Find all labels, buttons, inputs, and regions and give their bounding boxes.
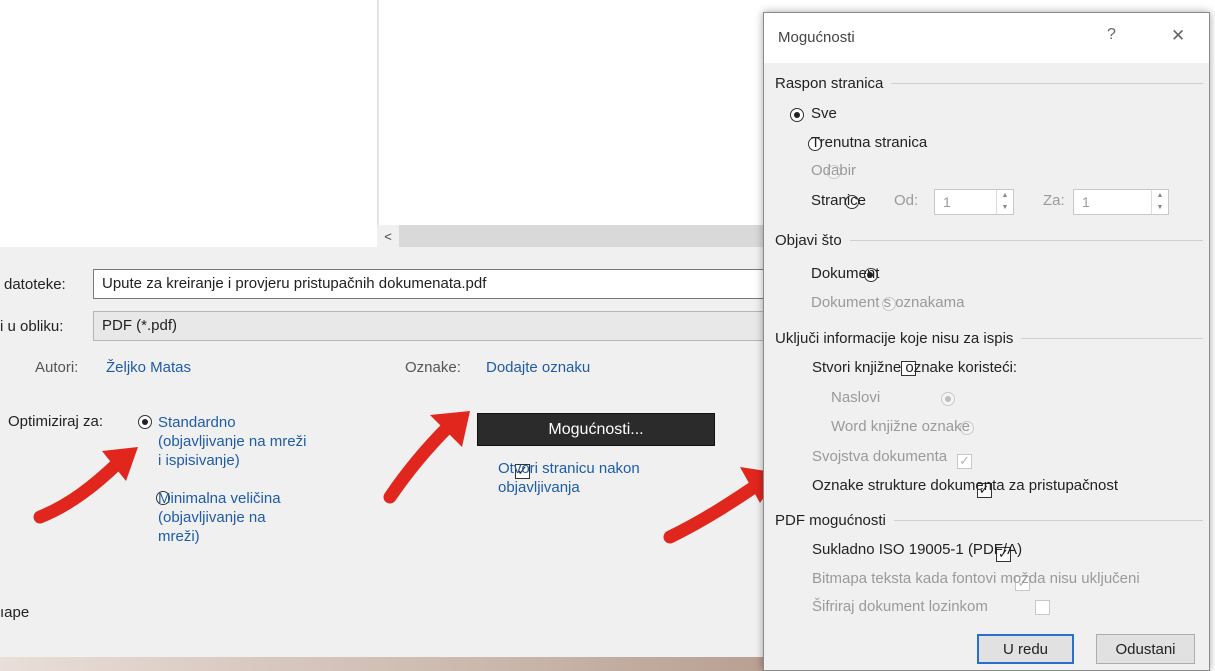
range-all-label[interactable]: Sve	[811, 105, 837, 122]
spin-down-icon[interactable]: ▲ ▼	[1151, 190, 1168, 214]
preview-divider	[377, 0, 379, 225]
spin-up-icon[interactable]: ▲ ▼	[996, 190, 1013, 214]
pdf-options-heading: PDF mogućnosti	[775, 512, 1203, 529]
bitmap-text-label: Bitmapa teksta kada fontovi možda nisu u…	[812, 570, 1140, 587]
optimize-label: Optimiziraj za:	[8, 413, 104, 430]
dialog-title: Mogućnosti	[778, 29, 855, 46]
options-button[interactable]: Mogućnosti...	[477, 413, 715, 446]
close-icon[interactable]: ✕	[1171, 26, 1185, 46]
iso-pdfa-label[interactable]: Sukladno ISO 19005-1 (PDF/A)	[812, 541, 1022, 558]
bookmark-headings-label: Naslovi	[831, 389, 881, 406]
tags-label: Oznake:	[405, 359, 461, 376]
filename-input[interactable]: Upute za kreiranje i provjeru pristupačn…	[93, 269, 770, 299]
cancel-button[interactable]: Odustani	[1096, 634, 1195, 664]
filetype-label: i u obliku:	[0, 318, 64, 335]
from-label: Od:	[894, 192, 919, 209]
options-dialog: Mogućnosti ? ✕ Raspon stranica Sve Trenu…	[763, 12, 1210, 671]
to-spinner[interactable]: 1 ▲ ▼	[1073, 189, 1169, 215]
range-current-label[interactable]: Trenutna stranica	[811, 134, 927, 151]
checkbox-icon: ✓	[957, 454, 973, 469]
opt-standard-label[interactable]: Standardno (objavljivanje na mreži i isp…	[158, 413, 306, 470]
nonprint-heading: Uključi informacije koje nisu za ispis	[775, 330, 1203, 347]
publish-markup-label: Dokument s oznakama	[811, 294, 965, 311]
add-tag-link[interactable]: Dodajte oznaku	[486, 359, 590, 376]
structure-tags-label[interactable]: Oznake strukture dokumenta za pristupačn…	[812, 477, 1118, 494]
red-arrow-icon	[383, 411, 470, 504]
page-range-heading: Raspon stranica	[775, 75, 1203, 92]
open-after-label[interactable]: Otvori stranicu nakon objavljivanja	[498, 459, 640, 497]
authors-label: Autori:	[35, 359, 79, 376]
hide-folders-label[interactable]: ıape	[0, 604, 29, 621]
radio-icon	[941, 392, 956, 406]
checkbox-icon	[1034, 600, 1050, 615]
horizontal-scrollbar[interactable]	[377, 225, 770, 247]
radio-icon[interactable]	[138, 415, 152, 429]
range-selection-label: Odabir	[811, 162, 857, 179]
taskbar-strip	[0, 657, 770, 671]
encrypt-label: Šifriraj dokument lozinkom	[812, 598, 988, 615]
from-spinner[interactable]: 1 ▲ ▼	[934, 189, 1014, 215]
to-label: Za:	[1043, 192, 1065, 209]
filename-label: datoteke:	[4, 276, 66, 293]
authors-value[interactable]: Željko Matas	[106, 359, 191, 376]
doc-properties-label: Svojstva dokumenta	[812, 448, 948, 465]
publish-document-label[interactable]: Dokument	[811, 265, 879, 282]
ok-button[interactable]: U redu	[977, 634, 1074, 664]
radio-icon[interactable]	[790, 108, 804, 122]
filetype-select[interactable]: PDF (*.pdf)	[93, 311, 770, 341]
word-bookmarks-label: Word knjižne oznake	[831, 418, 970, 435]
red-arrow-icon	[33, 447, 138, 524]
opt-minimum-label[interactable]: Minimalna veličina (objavljivanje na mre…	[158, 489, 281, 546]
range-pages-label[interactable]: Stranice	[811, 192, 866, 209]
publish-what-heading: Objavi što	[775, 232, 1203, 249]
help-icon[interactable]: ?	[1107, 26, 1116, 44]
create-bookmarks-label[interactable]: Stvori knjižne oznake koristeći:	[812, 359, 1017, 376]
scroll-left-icon[interactable]: <	[377, 225, 399, 247]
